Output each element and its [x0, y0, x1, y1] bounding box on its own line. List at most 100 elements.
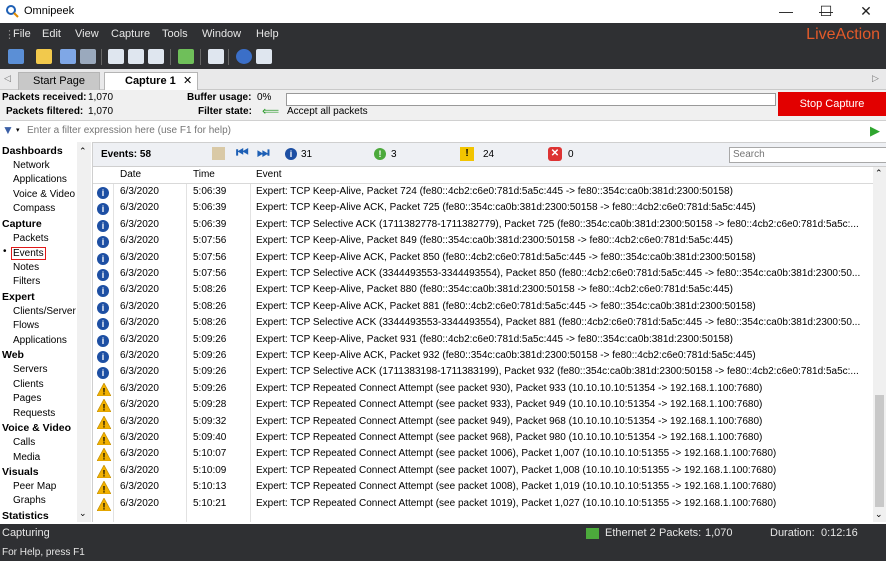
- menu-file[interactable]: File: [13, 28, 31, 40]
- nav-section-voice-video[interactable]: Voice & Video: [2, 422, 71, 434]
- nav-item-applications[interactable]: Applications: [13, 174, 67, 185]
- tab-start-page[interactable]: Start Page: [18, 72, 100, 90]
- clear-events-icon[interactable]: [212, 147, 225, 160]
- nav-item-peer-map[interactable]: Peer Map: [13, 481, 56, 492]
- tab-scroll-left-icon[interactable]: ◁: [4, 73, 11, 84]
- nav-item-calls[interactable]: Calls: [13, 437, 35, 448]
- table-row[interactable]: ! 6/3/2020 5:09:32 Expert: TCP Repeated Con…: [93, 414, 873, 430]
- nav-item-notes[interactable]: Notes: [13, 262, 39, 273]
- minor-filter-icon[interactable]: !: [374, 148, 386, 160]
- table-row[interactable]: i 6/3/2020 5:07:56 Expert: TCP Keep-Alive A…: [93, 250, 873, 266]
- nav-item-pages[interactable]: Pages: [13, 393, 41, 404]
- first-event-icon[interactable]: ⏮: [236, 144, 249, 161]
- nav-section-dashboards[interactable]: Dashboards: [2, 145, 63, 157]
- scroll-down-icon[interactable]: ⌄: [875, 509, 883, 520]
- nav-item-clients-server[interactable]: Clients/Server: [13, 306, 76, 317]
- options-icon[interactable]: [148, 49, 164, 64]
- table-row[interactable]: i 6/3/2020 5:09:26 Expert: TCP Selective AC…: [93, 364, 873, 380]
- nav-item-servers[interactable]: Servers: [13, 364, 47, 375]
- table-row[interactable]: ! 6/3/2020 5:10:07 Expert: TCP Repeated Con…: [93, 446, 873, 462]
- apply-filter-icon[interactable]: ▶: [870, 123, 880, 139]
- table-row[interactable]: ! 6/3/2020 5:10:21 Expert: TCP Repeated Con…: [93, 496, 873, 512]
- tab-capture-1[interactable]: Capture 1 ✕: [104, 72, 198, 90]
- nav-item-events[interactable]: Events: [11, 247, 46, 261]
- menu-window[interactable]: Window: [202, 28, 241, 40]
- table-row[interactable]: i 6/3/2020 5:06:39 Expert: TCP Keep-Alive A…: [93, 200, 873, 216]
- help-icon[interactable]: [236, 49, 252, 64]
- filter-funnel-icon[interactable]: ▼: [2, 123, 14, 137]
- info-filter-icon[interactable]: i: [285, 148, 297, 160]
- table-row[interactable]: i 6/3/2020 5:07:56 Expert: TCP Keep-Alive, …: [93, 233, 873, 249]
- cell-date: 6/3/2020: [120, 415, 159, 427]
- column-time[interactable]: Time: [193, 167, 215, 183]
- table-row[interactable]: ! 6/3/2020 5:09:26 Expert: TCP Repeated Con…: [93, 381, 873, 397]
- menu-view[interactable]: View: [75, 28, 99, 40]
- close-button[interactable]: ✕: [846, 0, 886, 23]
- save-icon[interactable]: [60, 49, 76, 64]
- search-box[interactable]: ⌕: [729, 147, 886, 163]
- error-filter-icon[interactable]: ✕: [548, 147, 562, 161]
- table-row[interactable]: i 6/3/2020 5:08:26 Expert: TCP Selective AC…: [93, 315, 873, 331]
- filter-input[interactable]: [27, 123, 863, 137]
- print-icon[interactable]: [80, 49, 96, 64]
- dashboard-icon[interactable]: [208, 49, 224, 64]
- nav-scroll-down-icon[interactable]: ⌄: [79, 508, 87, 519]
- duration-value: 0:12:16: [821, 527, 858, 539]
- filter-dropdown-icon[interactable]: ▾: [16, 126, 20, 134]
- minimize-button[interactable]: —: [766, 0, 806, 23]
- nav-item-applications[interactable]: Applications: [13, 335, 67, 346]
- nav-item-voice-video[interactable]: Voice & Video: [13, 189, 75, 200]
- nav-item-clients[interactable]: Clients: [13, 379, 44, 390]
- nav-section-web[interactable]: Web: [2, 349, 24, 361]
- nav-section-capture[interactable]: Capture: [2, 218, 42, 230]
- nav-item-graphs[interactable]: Graphs: [13, 495, 46, 506]
- tab-scroll-right-icon[interactable]: ▷: [872, 73, 879, 84]
- column-date[interactable]: Date: [120, 167, 141, 183]
- about-icon[interactable]: [256, 49, 272, 64]
- nav-item-packets[interactable]: Packets: [13, 233, 49, 244]
- menu-edit[interactable]: Edit: [42, 28, 61, 40]
- table-row[interactable]: i 6/3/2020 5:06:39 Expert: TCP Keep-Alive, …: [93, 184, 873, 200]
- nav-item-network[interactable]: Network: [13, 160, 50, 171]
- scroll-thumb[interactable]: [875, 395, 884, 507]
- nav-section-statistics[interactable]: Statistics: [2, 510, 49, 522]
- start-capture-icon[interactable]: [8, 49, 24, 64]
- nav-item-filters[interactable]: Filters: [13, 276, 40, 287]
- menu-tools[interactable]: Tools: [162, 28, 188, 40]
- close-tab-icon[interactable]: ✕: [183, 73, 192, 90]
- stop-capture-button[interactable]: Stop Capture: [778, 92, 886, 116]
- menu-help[interactable]: Help: [256, 28, 279, 40]
- cell-date: 6/3/2020: [120, 350, 159, 361]
- table-row[interactable]: ! 6/3/2020 5:09:40 Expert: TCP Repeated Con…: [93, 430, 873, 446]
- table-row[interactable]: i 6/3/2020 5:09:26 Expert: TCP Keep-Alive, …: [93, 332, 873, 348]
- table-row[interactable]: i 6/3/2020 5:08:26 Expert: TCP Keep-Alive, …: [93, 282, 873, 298]
- nav-item-media[interactable]: Media: [13, 452, 40, 463]
- cell-event: Expert: TCP Keep-Alive, Packet 931 (fe80…: [256, 333, 733, 345]
- warning-filter-icon[interactable]: !: [460, 147, 474, 161]
- table-row[interactable]: ! 6/3/2020 5:10:09 Expert: TCP Repeated Con…: [93, 463, 873, 479]
- table-row[interactable]: i 6/3/2020 5:08:26 Expert: TCP Keep-Alive A…: [93, 299, 873, 315]
- column-event[interactable]: Event: [256, 167, 282, 183]
- nav-scroll-up-icon[interactable]: ⌃: [79, 146, 87, 157]
- nav-item-flows[interactable]: Flows: [13, 320, 39, 331]
- nav-item-requests[interactable]: Requests: [13, 408, 55, 419]
- nav-scrollbar[interactable]: ⌃ ⌄: [77, 142, 91, 522]
- table-row[interactable]: i 6/3/2020 5:09:26 Expert: TCP Keep-Alive A…: [93, 348, 873, 364]
- filter-view-icon[interactable]: [128, 49, 144, 64]
- search-input[interactable]: [733, 148, 883, 161]
- table-row[interactable]: ! 6/3/2020 5:09:28 Expert: TCP Repeated Con…: [93, 397, 873, 413]
- table-row[interactable]: i 6/3/2020 5:07:56 Expert: TCP Selective AC…: [93, 266, 873, 282]
- expert-icon[interactable]: [178, 49, 194, 64]
- table-row[interactable]: ! 6/3/2020 5:10:13 Expert: TCP Repeated Con…: [93, 479, 873, 495]
- menu-capture[interactable]: Capture: [111, 28, 150, 40]
- nav-section-expert[interactable]: Expert: [2, 291, 35, 303]
- last-event-icon[interactable]: ⏭: [257, 144, 270, 161]
- nav-section-visuals[interactable]: Visuals: [2, 466, 39, 478]
- events-scrollbar[interactable]: ⌃ ⌄: [873, 167, 886, 522]
- open-file-icon[interactable]: [36, 49, 52, 64]
- table-row[interactable]: i 6/3/2020 5:06:39 Expert: TCP Selective AC…: [93, 217, 873, 233]
- packets-view-icon[interactable]: [108, 49, 124, 64]
- maximize-button[interactable]: ☐: [806, 0, 846, 23]
- nav-item-compass[interactable]: Compass: [13, 203, 55, 214]
- scroll-up-icon[interactable]: ⌃: [875, 168, 883, 179]
